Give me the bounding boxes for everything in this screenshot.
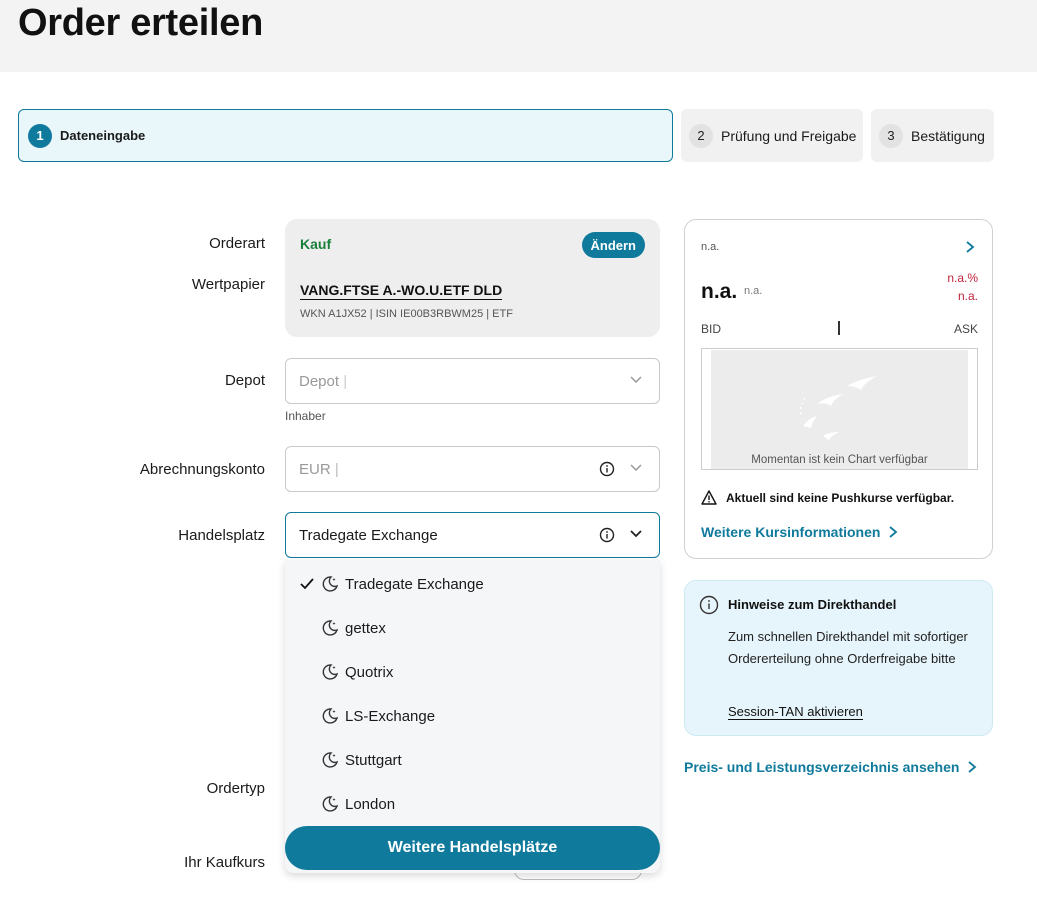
- ask-label: ASK: [953, 322, 978, 336]
- step-number: 3: [879, 123, 903, 148]
- abrechnungskonto-label: Abrechnungskonto: [139, 461, 265, 478]
- info-icon[interactable]: [599, 527, 615, 547]
- chart-area: Momentan ist kein Chart verfügbar: [711, 350, 968, 469]
- quote-change-pct: n.a.%: [947, 271, 978, 285]
- info-icon[interactable]: [599, 461, 615, 481]
- chevron-right-icon: [968, 761, 977, 773]
- option-ls-exchange[interactable]: LS-Exchange: [299, 705, 435, 727]
- quote-card: n.a. n.a. n.a. n.a.% n.a. BID ASK Moment…: [684, 219, 993, 559]
- option-label: gettex: [345, 619, 386, 637]
- option-gettex[interactable]: gettex: [299, 617, 386, 639]
- step-label: Bestätigung: [911, 127, 985, 144]
- security-name-link[interactable]: VANG.FTSE A.-WO.U.ETF DLD: [300, 282, 503, 300]
- depot-owner-label: Inhaber: [285, 409, 326, 423]
- price-list-label: Preis- und Leistungsverzeichnis ansehen: [684, 759, 960, 775]
- chevron-down-icon: [629, 372, 643, 390]
- page-header: Order erteilen: [0, 0, 1037, 72]
- moon-icon: [321, 619, 345, 637]
- chevron-down-icon: [629, 460, 643, 478]
- ordertyp-label: Ordertyp: [206, 780, 265, 797]
- session-tan-link[interactable]: Session-TAN aktivieren: [728, 704, 863, 720]
- quote-price: n.a.: [701, 280, 738, 303]
- check-icon: [299, 577, 321, 591]
- step-number: 2: [689, 123, 713, 148]
- hint-title: Hinweise zum Direkthandel: [728, 597, 897, 612]
- push-warning: Aktuell sind keine Pushkurse verfügbar.: [701, 490, 954, 505]
- orderart-label: Orderart: [209, 235, 265, 252]
- chevron-right-icon[interactable]: [964, 240, 976, 259]
- wertpapier-label: Wertpapier: [191, 276, 265, 293]
- warning-icon: [701, 490, 717, 505]
- option-label: LS-Exchange: [345, 707, 436, 725]
- option-quotrix[interactable]: Quotrix: [299, 661, 393, 683]
- bid-ask-divider: [838, 321, 840, 335]
- abrechnungskonto-select[interactable]: EUR |: [285, 446, 660, 492]
- price-list-link[interactable]: Preis- und Leistungsverzeichnis ansehen: [684, 759, 977, 775]
- change-button[interactable]: Ändern: [581, 232, 645, 258]
- moon-icon: [321, 795, 345, 813]
- handelsplatz-select[interactable]: Tradegate Exchange: [285, 512, 660, 558]
- handelsplatz-label: Handelsplatz: [178, 527, 265, 544]
- direct-trading-hint: Hinweise zum Direkthandel Zum schnellen …: [684, 580, 993, 736]
- push-warning-text: Aktuell sind keine Pushkurse verfügbar.: [726, 490, 955, 505]
- orderart-value: Kauf: [300, 236, 332, 252]
- moon-icon: [321, 663, 345, 681]
- step-dateneingabe: 1 Dateneingabe: [18, 109, 673, 162]
- moon-icon: [321, 575, 345, 593]
- chevron-down-icon: [629, 526, 643, 544]
- option-label: Tradegate Exchange: [345, 575, 484, 593]
- step-number: 1: [28, 123, 52, 148]
- option-label: London: [345, 795, 396, 813]
- depot-label: Depot: [224, 372, 265, 389]
- option-stuttgart[interactable]: Stuttgart: [299, 749, 402, 771]
- page-title: Order erteilen: [18, 2, 264, 44]
- quote-price-unit: n.a.: [744, 285, 763, 297]
- info-icon: [699, 595, 719, 620]
- more-exchanges-button[interactable]: Weitere Handelsplätze: [285, 826, 660, 870]
- security-card: Kauf Ändern VANG.FTSE A.-WO.U.ETF DLD WK…: [285, 219, 660, 337]
- chart-placeholder: Momentan ist kein Chart verfügbar: [701, 348, 978, 470]
- chevron-right-icon: [889, 526, 898, 538]
- moon-icon: [321, 751, 345, 769]
- more-quote-info-label: Weitere Kursinformationen: [701, 524, 881, 540]
- bid-label: BID: [701, 322, 722, 336]
- step-label: Prüfung und Freigabe: [721, 127, 857, 144]
- step-pruefung: 2 Prüfung und Freigabe: [681, 109, 863, 162]
- depot-placeholder: Depot |: [299, 372, 348, 390]
- more-quote-info-link[interactable]: Weitere Kursinformationen: [701, 524, 898, 540]
- quote-name: n.a.: [701, 241, 720, 253]
- step-bestaetigung: 3 Bestätigung: [871, 109, 994, 162]
- security-identifiers: WKN A1JX52 | ISIN IE00B3RBWM25 | ETF: [300, 308, 513, 320]
- depot-select[interactable]: Depot |: [285, 358, 660, 404]
- quote-change-abs: n.a.: [957, 289, 978, 303]
- option-london[interactable]: London: [299, 793, 395, 815]
- bank-logo-icon: [799, 376, 877, 440]
- option-label: Quotrix: [345, 663, 394, 681]
- kaufkurs-label: Ihr Kaufkurs: [184, 854, 265, 871]
- step-label: Dateneingabe: [60, 128, 146, 143]
- moon-icon: [321, 707, 345, 725]
- hint-body: Zum schnellen Direkthandel mit sofortige…: [728, 629, 968, 666]
- chart-message: Momentan ist kein Chart verfügbar: [751, 454, 928, 466]
- option-label: Stuttgart: [345, 751, 402, 769]
- option-tradegate[interactable]: Tradegate Exchange: [299, 573, 484, 595]
